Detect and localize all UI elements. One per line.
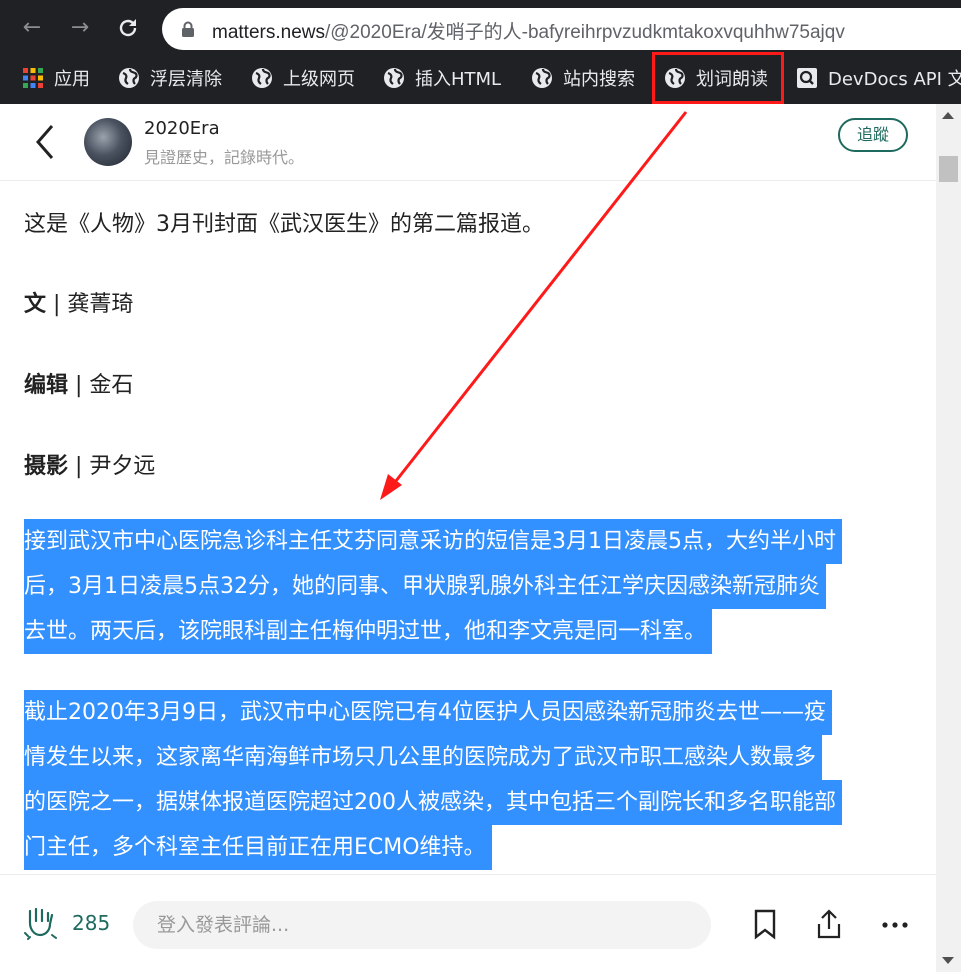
bookmark-icon[interactable]: [750, 908, 780, 940]
bookmark-item[interactable]: 站内搜索: [531, 58, 635, 98]
url-host: matters.news: [212, 22, 325, 43]
back-chevron-icon[interactable]: [30, 122, 60, 162]
clap-count: 285: [72, 911, 111, 935]
bookmark-apps[interactable]: 应用: [22, 58, 90, 98]
credit-line: 摄影 | 尹夕远: [24, 448, 155, 480]
selected-text-line: 去世。两天后，该院眼科副主任梅仲明过世，他和李文亮是同一科室。: [24, 609, 713, 654]
address-bar[interactable]: matters.news/@2020Era/发哨子的人-bafyreihrpvz…: [162, 8, 961, 50]
scrollbar[interactable]: [936, 104, 961, 972]
scroll-down-arrow-icon[interactable]: [942, 957, 954, 964]
selected-text-line: 的医院之一，据媒体报道医院超过200人被感染，其中包括三个副院长和多名职能部: [24, 780, 842, 825]
credit-name: 尹夕远: [89, 454, 156, 479]
article-header: 2020Era 見證歷史，記錄時代。 追蹤: [0, 104, 936, 181]
follow-button[interactable]: 追蹤: [838, 118, 908, 152]
article-footer: 285 登入發表評論...: [0, 874, 936, 973]
bookmark-label: 站内搜索: [563, 69, 635, 90]
search-icon: [797, 68, 817, 88]
scrollbar-thumb[interactable]: [939, 156, 958, 182]
author-bio: 見證歷史，記錄時代。: [144, 148, 305, 167]
browser-toolbar: ← → matters.news/@2020Era/发哨子的人-bafyreih…: [0, 0, 961, 104]
comment-input[interactable]: 登入發表評論...: [133, 901, 711, 949]
selected-text-line: 情发生以来，这家离华南海鲜市场只几公里的医院成为了武汉市职工感染人数最多: [24, 735, 823, 780]
url-path: /@2020Era/发哨子的人-bafyreihrpvzudkmtakoxvqu…: [324, 22, 845, 43]
bookmark-label: DevDocs API 文: [828, 69, 961, 90]
apps-grid-icon: [23, 68, 43, 88]
selected-text-line: 接到武汉市中心医院急诊科主任艾芬同意采访的短信是3月1日凌晨5点，大约半小时: [24, 519, 842, 564]
credit-separator: |: [68, 454, 90, 479]
selected-text-line: 后，3月1日凌晨5点32分，她的同事、甲状腺乳腺外科主任江学庆因感染新冠肺炎: [24, 564, 826, 609]
credit-role: 摄影: [24, 454, 69, 479]
credit-separator: |: [46, 292, 68, 317]
clap-icon[interactable]: [22, 905, 60, 943]
bookmark-item[interactable]: 浮层清除: [118, 58, 222, 98]
annotation-highlight-box: [652, 52, 784, 104]
back-arrow-icon[interactable]: ←: [16, 12, 48, 44]
url-text: matters.news/@2020Era/发哨子的人-bafyreihrpvz…: [212, 17, 845, 44]
credit-separator: |: [68, 373, 90, 398]
bookmark-item[interactable]: 插入HTML: [383, 58, 501, 98]
bookmark-label: 上级网页: [283, 69, 355, 90]
bookmark-label: 应用: [54, 69, 90, 90]
globe-icon: [384, 68, 404, 88]
bookmark-item[interactable]: DevDocs API 文: [796, 58, 961, 98]
forward-arrow-icon[interactable]: →: [64, 12, 96, 44]
selected-text-line: 截止2020年3月9日，武汉市中心医院已有4位医护人员因感染新冠肺炎去世——疫: [24, 690, 832, 735]
globe-icon: [119, 68, 139, 88]
bookmark-label: 插入HTML: [415, 69, 502, 90]
intro-paragraph: 这是《人物》3月刊封面《武汉医生》的第二篇报道。: [24, 212, 544, 237]
bookmark-label: 浮层清除: [150, 69, 222, 90]
globe-icon: [532, 68, 552, 88]
credit-line: 编辑 | 金石: [24, 367, 133, 399]
credit-role: 编辑: [24, 373, 69, 398]
globe-icon: [252, 68, 272, 88]
more-options-icon[interactable]: [880, 908, 910, 940]
author-name[interactable]: 2020Era: [144, 118, 220, 139]
reload-icon[interactable]: [112, 12, 144, 44]
credit-name: 龚菁琦: [67, 292, 134, 317]
lock-icon: [182, 21, 194, 37]
credit-line: 文 | 龚菁琦: [24, 286, 133, 318]
credit-name: 金石: [89, 373, 134, 398]
avatar[interactable]: [84, 118, 132, 166]
credit-role: 文: [24, 292, 47, 317]
share-icon[interactable]: [814, 908, 844, 940]
scroll-up-arrow-icon[interactable]: [942, 112, 954, 119]
bookmark-item[interactable]: 上级网页: [251, 58, 355, 98]
selected-text-line: 门主任，多个科室主任目前正在用ECMO维持。: [24, 825, 492, 870]
